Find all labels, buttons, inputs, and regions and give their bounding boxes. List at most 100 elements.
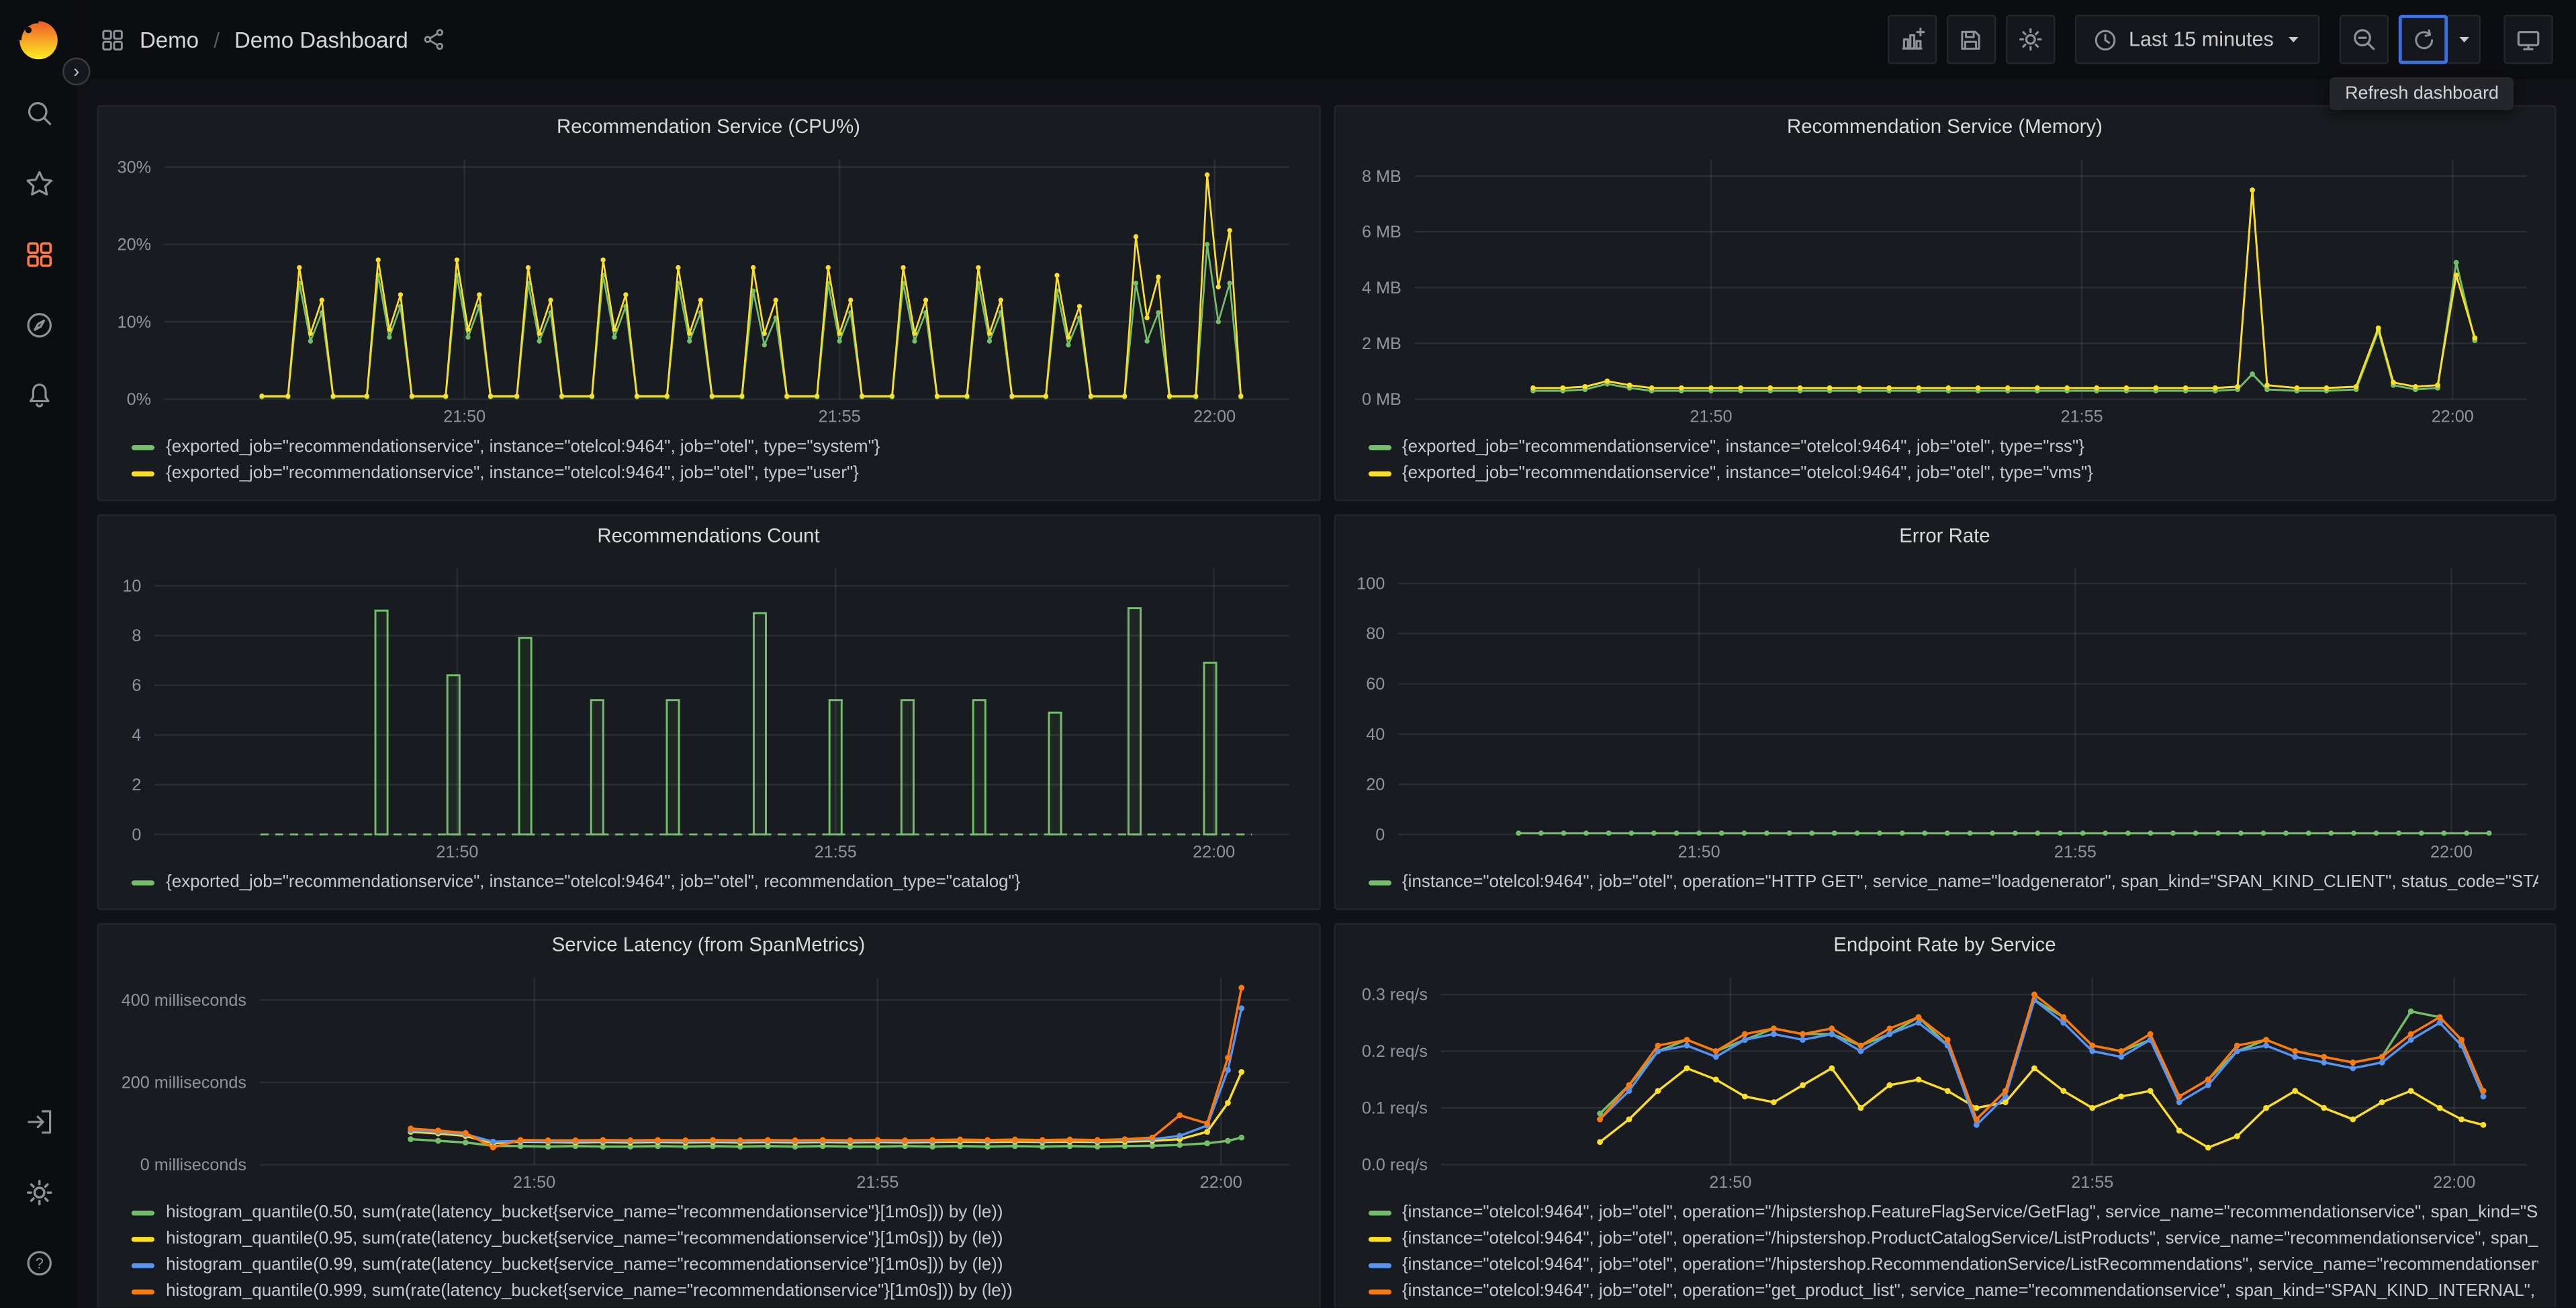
zoom-out-button[interactable] [2339, 15, 2389, 64]
panel-service-latency: Service Latency (from SpanMetrics) 0 mil… [97, 923, 1320, 1308]
legend-item[interactable]: {exported_job="recommendationservice", i… [131, 460, 1302, 486]
panel-header[interactable]: Recommendation Service (Memory) [1335, 107, 2555, 146]
svg-text:21:55: 21:55 [819, 408, 861, 426]
legend-label: {exported_job="recommendationservice", i… [166, 436, 880, 457]
svg-text:0: 0 [132, 825, 141, 844]
panel-legend: {instance="otelcol:9464", job="otel", op… [1335, 864, 2555, 908]
add-panel-button[interactable] [1887, 15, 1937, 64]
memory-chart[interactable]: 0 MB 2 MB 4 MB 6 MB 8 MB 21:50 21:55 22:00 [1344, 146, 2544, 429]
legend-swatch [131, 1209, 154, 1215]
legend-item[interactable]: histogram_quantile(0.95, sum(rate(latenc… [131, 1225, 1302, 1252]
endpoint-rate-chart[interactable]: 0.0 req/s 0.1 req/s 0.2 req/s 0.3 req/s 21:5… [1344, 964, 2544, 1195]
legend-swatch [1367, 1209, 1391, 1215]
sidebar-item-help[interactable]: ? [21, 1245, 57, 1281]
svg-text:20%: 20% [118, 236, 151, 254]
legend-item[interactable]: {instance="otelcol:9464", job="otel", op… [1367, 869, 2538, 895]
breadcrumb-separator: / [214, 27, 220, 52]
refresh-button[interactable] [2398, 15, 2448, 64]
legend-label: histogram_quantile(0.99, sum(rate(latenc… [166, 1255, 1003, 1275]
panel-legend: histogram_quantile(0.50, sum(rate(latenc… [99, 1195, 1318, 1308]
add-panel-icon [1901, 28, 1925, 50]
legend-swatch [1367, 470, 1391, 476]
panel-header[interactable]: Recommendation Service (CPU%) [99, 107, 1318, 146]
sidebar-item-alerting[interactable] [21, 378, 57, 414]
sidebar-item-search[interactable] [21, 95, 57, 132]
breadcrumb-page-title[interactable]: Demo Dashboard [234, 27, 408, 52]
legend-item[interactable]: {exported_job="recommendationservice", i… [131, 434, 1302, 460]
legend-label: histogram_quantile(0.95, sum(rate(latenc… [166, 1228, 1003, 1249]
chart-svg: 0% 10% 20% 30% 21:50 21:55 22:00 [118, 158, 1290, 426]
panel-title: Service Latency (from SpanMetrics) [551, 933, 866, 956]
panel-header[interactable]: Service Latency (from SpanMetrics) [99, 925, 1318, 964]
legend-swatch [1367, 1262, 1391, 1268]
legend-item[interactable]: {instance="otelcol:9464", job="otel", op… [1367, 1278, 2538, 1304]
svg-text:4: 4 [132, 726, 141, 745]
recommendations-count-chart[interactable]: 0 2 4 6 8 10 21:50 21:55 22:00 [108, 555, 1308, 864]
svg-text:21:55: 21:55 [2070, 1173, 2113, 1192]
sidebar-item-starred[interactable] [21, 166, 57, 202]
dashboard-settings-button[interactable] [2005, 15, 2055, 64]
svg-text:10: 10 [122, 577, 141, 596]
legend-item[interactable]: {instance="otelcol:9464", job="otel", op… [1367, 1225, 2538, 1252]
svg-text:6 MB: 6 MB [1361, 223, 1401, 242]
legend-label: {exported_job="recommendationservice", i… [166, 463, 859, 483]
chart-svg: 0 20 40 60 80 100 21:50 21:55 22:00 [1356, 568, 2526, 861]
service-latency-chart[interactable]: 0 milliseconds 200 milliseconds 400 millis… [108, 964, 1308, 1195]
svg-text:21:55: 21:55 [2060, 408, 2102, 426]
sidebar-expand-button[interactable]: › [62, 57, 91, 86]
svg-text:21:50: 21:50 [1677, 843, 1719, 861]
tv-mode-button[interactable] [2503, 15, 2553, 64]
legend-item[interactable]: {exported_job="recommendationservice", i… [1367, 434, 2538, 460]
sign-in-icon [26, 1110, 50, 1134]
legend-item[interactable]: histogram_quantile(0.999, sum(rate(laten… [131, 1278, 1302, 1304]
svg-text:4 MB: 4 MB [1361, 279, 1401, 297]
sidebar-item-sign-in[interactable] [21, 1104, 57, 1140]
error-rate-chart[interactable]: 0 20 40 60 80 100 21:50 21:55 22:00 [1344, 555, 2544, 864]
search-icon [27, 102, 50, 126]
svg-text:30%: 30% [118, 158, 151, 177]
panel-legend: {exported_job="recommendationservice", i… [99, 864, 1318, 908]
panel-header[interactable]: Endpoint Rate by Service [1335, 925, 2555, 964]
sidebar-item-explore[interactable] [21, 307, 57, 343]
legend-item[interactable]: {instance="otelcol:9464", job="otel", op… [1367, 1252, 2538, 1278]
legend-item[interactable]: {exported_job="recommendationservice", i… [1367, 460, 2538, 486]
legend-swatch [1367, 1289, 1391, 1294]
clock-icon [2095, 29, 2115, 50]
svg-text:6: 6 [132, 676, 141, 695]
legend-item[interactable]: histogram_quantile(0.50, sum(rate(latenc… [131, 1199, 1302, 1225]
panel-header[interactable]: Error Rate [1335, 516, 2555, 555]
legend-swatch [1367, 880, 1391, 885]
breadcrumb: Demo / Demo Dashboard [100, 27, 446, 52]
sidebar-nav [21, 95, 57, 414]
panel-header[interactable]: Recommendations Count [99, 516, 1318, 555]
breadcrumb-section[interactable]: Demo [140, 27, 199, 52]
svg-text:2 MB: 2 MB [1361, 334, 1401, 353]
cpu-chart[interactable]: 0% 10% 20% 30% 21:50 21:55 22:00 [108, 146, 1308, 429]
save-dashboard-button[interactable] [1946, 15, 1996, 64]
chevron-down-icon [2288, 37, 2299, 43]
sidebar-item-settings[interactable] [21, 1174, 57, 1211]
chart-svg: 0 2 4 6 8 10 21:50 21:55 22:00 [122, 568, 1290, 861]
svg-text:22:00: 22:00 [1200, 1173, 1242, 1192]
compass-icon [26, 313, 51, 338]
legend-item[interactable]: histogram_quantile(0.99, sum(rate(latenc… [131, 1252, 1302, 1278]
svg-text:21:55: 21:55 [815, 843, 857, 861]
grafana-app: › ? Demo / Demo Dashboard Last 15 minute… [0, 0, 2576, 1308]
sidebar-item-dashboards[interactable] [21, 236, 57, 273]
time-range-picker[interactable]: Last 15 minutes [2074, 15, 2320, 64]
svg-text:0%: 0% [127, 390, 151, 409]
save-icon [1961, 30, 1981, 49]
legend-swatch [131, 444, 154, 450]
svg-text:0.1 req/s: 0.1 req/s [1361, 1099, 1427, 1118]
svg-text:21:55: 21:55 [856, 1173, 899, 1192]
chart-svg: 0 MB 2 MB 4 MB 6 MB 8 MB 21:50 21:55 22:00 [1361, 159, 2526, 426]
grafana-logo[interactable] [16, 18, 60, 62]
share-icon[interactable] [423, 28, 446, 51]
legend-label: {instance="otelcol:9464", job="otel", op… [1402, 1228, 2538, 1249]
legend-label: histogram_quantile(0.999, sum(rate(laten… [166, 1281, 1013, 1301]
legend-item[interactable]: {instance="otelcol:9464", job="otel", op… [1367, 1199, 2538, 1225]
legend-item[interactable]: {exported_job="recommendationservice", i… [131, 869, 1302, 895]
main-area: Demo / Demo Dashboard Last 15 minutes Re… [77, 0, 2576, 1308]
apps-grid-icon [102, 29, 123, 50]
refresh-interval-caret[interactable] [2448, 15, 2481, 64]
